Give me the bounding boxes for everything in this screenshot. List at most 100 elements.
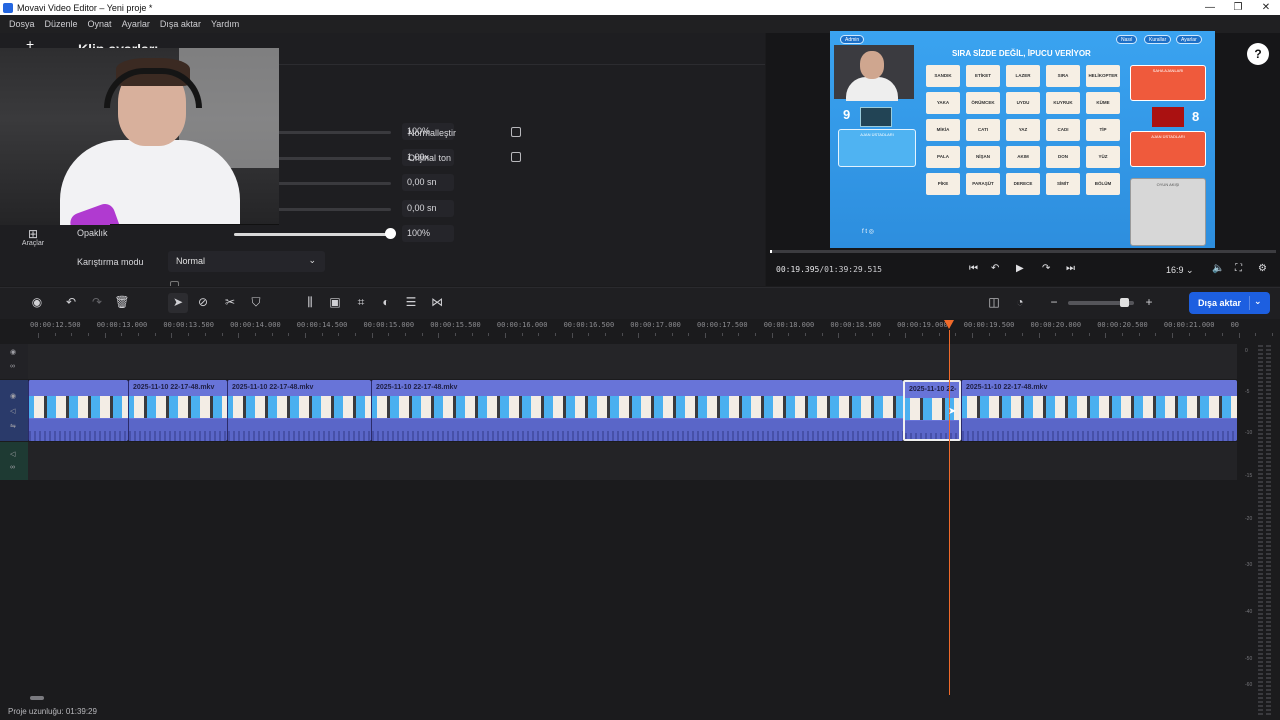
tools-button[interactable]: ⊞ Araçlar bbox=[18, 228, 48, 247]
normalize-checkbox[interactable] bbox=[511, 127, 521, 137]
timecode: 00:19.395/01:39:29.515 bbox=[776, 265, 882, 274]
volume-icon[interactable]: ◁ bbox=[10, 407, 15, 415]
video-clip[interactable]: 2025-11-10 22-17-48.mkv bbox=[371, 380, 903, 441]
team-right-title: AJAN ÜSTADLARI bbox=[1151, 134, 1185, 139]
zoom-in-icon[interactable]: + bbox=[1141, 295, 1157, 309]
original-tone-checkbox[interactable] bbox=[511, 152, 521, 162]
preview-thumb bbox=[860, 107, 892, 127]
volume-icon[interactable]: 🔈 bbox=[1212, 263, 1224, 274]
value-field[interactable]: 0,00 sn bbox=[402, 174, 454, 191]
clip-name: 2025-11-10 22-17-48.mkv bbox=[232, 384, 314, 391]
export-label: Dışa aktar bbox=[1198, 298, 1242, 308]
redo-icon[interactable]: ↷ bbox=[89, 295, 105, 309]
video-clip[interactable]: 2025-11-10 22-17-48.mkv bbox=[128, 380, 227, 441]
zoom-slider-thumb[interactable] bbox=[1120, 298, 1129, 307]
fullscreen-icon[interactable]: ⛶ bbox=[1235, 263, 1242, 274]
audio-icon[interactable]: ◫ bbox=[986, 295, 1002, 309]
menu-export[interactable]: Dışa aktar bbox=[160, 19, 201, 29]
menu-play[interactable]: Oynat bbox=[88, 19, 112, 29]
original-tone-label: Orijinal ton bbox=[408, 153, 452, 163]
ruler-tick-label: 00:00:21.000 bbox=[1163, 321, 1215, 329]
team-left-title: AJAN ÜSTADLARI bbox=[860, 132, 894, 137]
speed-icon[interactable]: ◔ bbox=[1012, 295, 1028, 309]
team-right-box: AJAN ÜSTADLARI bbox=[1130, 131, 1206, 167]
maximize-button[interactable]: ❐ bbox=[1224, 2, 1252, 13]
adjust-icon[interactable]: ☰ bbox=[403, 295, 419, 309]
crop-icon[interactable]: ⌗ bbox=[353, 295, 369, 310]
preview-pill: Ayarlar bbox=[1176, 35, 1202, 44]
video-clip[interactable]: 2025-11-10 22-17-48.mkv bbox=[227, 380, 371, 441]
playhead-handle[interactable] bbox=[944, 320, 954, 329]
ruler-tick-label: 00:00:19.500 bbox=[963, 321, 1015, 329]
gear-icon[interactable]: ⚙ bbox=[1258, 263, 1267, 274]
audio-track[interactable] bbox=[28, 442, 1237, 480]
erase-icon[interactable]: ⊘ bbox=[195, 295, 211, 309]
eye-icon[interactable]: ◉ bbox=[10, 392, 16, 400]
aspect-ratio-select[interactable]: 16:9 ⌄ bbox=[1166, 265, 1194, 276]
caption-icon[interactable]: ▣ bbox=[327, 295, 343, 309]
link-icon[interactable]: ∞ bbox=[10, 464, 15, 471]
word-card: BÖLÜM bbox=[1086, 173, 1120, 195]
title-bar: Movavi Video Editor – Yeni proje * — ❐ ✕ bbox=[0, 0, 1280, 15]
chevron-down-icon[interactable]: ⌄ bbox=[1254, 296, 1262, 307]
ruler-tick bbox=[421, 333, 423, 336]
volume-icon[interactable]: ◁ bbox=[10, 450, 15, 458]
shield-icon[interactable]: ⛉ bbox=[248, 295, 264, 310]
preview-person-body bbox=[846, 77, 898, 101]
current-time: 00:19.395 bbox=[776, 265, 820, 274]
menu-file[interactable]: Dosya bbox=[9, 19, 35, 29]
preview-scrubber[interactable] bbox=[770, 250, 1276, 253]
record-icon[interactable]: ◉ bbox=[29, 295, 45, 309]
word-card: LAZER bbox=[1006, 65, 1040, 87]
color-icon[interactable]: ◐ bbox=[378, 295, 394, 309]
video-preview[interactable]: Admin Nasıl Kurallar Ayarlar SIRA SİZDE … bbox=[830, 31, 1215, 248]
ruler-tick bbox=[521, 333, 523, 336]
link-icon[interactable]: ∞ bbox=[10, 363, 15, 370]
ruler-tick bbox=[855, 333, 857, 336]
zoom-out-icon[interactable]: − bbox=[1046, 295, 1062, 309]
menu-edit[interactable]: Düzenle bbox=[45, 19, 78, 29]
select-pointer-icon[interactable]: ➤ bbox=[170, 295, 186, 309]
help-button[interactable]: ? bbox=[1247, 43, 1269, 65]
ruler-tick bbox=[371, 333, 373, 338]
close-button[interactable]: ✕ bbox=[1252, 2, 1280, 13]
link-icon[interactable]: ⇋ bbox=[10, 422, 16, 430]
rewind-icon[interactable]: ↶ bbox=[991, 263, 999, 274]
mic-arm bbox=[110, 224, 279, 225]
horizontal-scrollbar[interactable] bbox=[30, 696, 44, 700]
video-clip[interactable]: 2025-11-10 22-17-48.mkv bbox=[961, 380, 1237, 441]
ruler-tick bbox=[655, 333, 656, 336]
export-button[interactable]: Dışa aktar ⌄ bbox=[1189, 292, 1270, 314]
minimize-button[interactable]: — bbox=[1196, 2, 1224, 13]
normalize-label: Normalleştir bbox=[408, 128, 457, 138]
ruler-tick bbox=[488, 333, 490, 336]
undo-icon[interactable]: ↶ bbox=[63, 295, 79, 309]
opacity-value[interactable]: 100% bbox=[402, 225, 454, 242]
trash-icon[interactable]: 🗑 bbox=[114, 295, 130, 309]
ruler-tick bbox=[805, 333, 807, 336]
word-card: CATI bbox=[966, 119, 1000, 141]
forward-icon[interactable]: ↷ bbox=[1042, 263, 1050, 274]
cut-icon[interactable]: ✂ bbox=[222, 295, 238, 309]
split-icon[interactable]: ⫼ bbox=[302, 295, 318, 310]
play-icon[interactable]: ▶ bbox=[1016, 263, 1024, 274]
menu-help[interactable]: Yardım bbox=[211, 19, 239, 29]
opacity-slider-thumb[interactable] bbox=[385, 228, 396, 239]
ruler-tick bbox=[138, 333, 140, 336]
clip-thumbnails bbox=[962, 396, 1237, 418]
value-field[interactable]: 0,00 sn bbox=[402, 200, 454, 217]
level-meter-label: -50 bbox=[1245, 656, 1253, 662]
eye-icon[interactable]: ◉ bbox=[10, 348, 16, 356]
ruler-tick bbox=[1205, 333, 1207, 336]
blend-mode-select[interactable]: Normal ⌄ bbox=[168, 251, 325, 272]
playhead-line[interactable] bbox=[949, 330, 950, 695]
transition-icon[interactable]: ⋈ bbox=[429, 295, 445, 309]
skip-back-icon[interactable]: ⏮ bbox=[969, 263, 978, 274]
partial-checkbox[interactable] bbox=[170, 281, 179, 286]
word-card: TİP bbox=[1086, 119, 1120, 141]
skip-forward-icon[interactable]: ⏭ bbox=[1066, 263, 1075, 274]
menu-settings[interactable]: Ayarlar bbox=[122, 19, 150, 29]
video-clip[interactable] bbox=[28, 380, 128, 441]
ruler-tick bbox=[1071, 333, 1073, 336]
overlay-track[interactable] bbox=[28, 344, 1237, 379]
